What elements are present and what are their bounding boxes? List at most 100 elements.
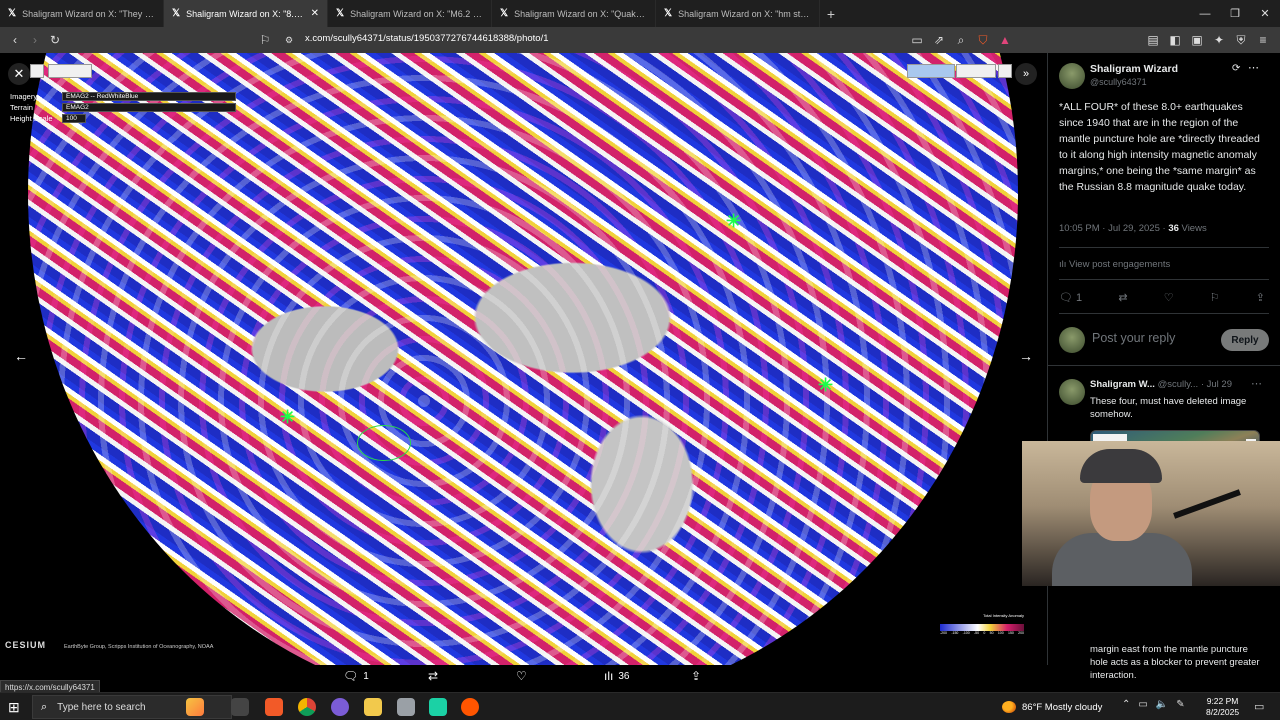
restore-button[interactable]: ❐	[1220, 0, 1250, 27]
new-tab-button[interactable]: +	[820, 6, 842, 22]
extensions-icon[interactable]: ✦	[1208, 29, 1230, 51]
author-handle[interactable]: @scully64371	[1090, 77, 1147, 87]
share-icon[interactable]: ⇗	[928, 29, 950, 51]
windows-start-icon[interactable]: ⊞	[8, 699, 20, 716]
x-logo-icon: 𝕏	[336, 8, 345, 19]
reply-icon: 🗨	[1059, 292, 1073, 304]
earthquake-marker-3: ✳	[280, 407, 296, 427]
height-scale-select[interactable]: 100	[62, 114, 86, 123]
minimize-button[interactable]: —	[1190, 0, 1220, 27]
app-icon-purple[interactable]	[331, 698, 349, 716]
terrain-select[interactable]: EMAG2	[62, 103, 236, 112]
copilot-icon[interactable]	[186, 698, 204, 716]
browser-tab-1[interactable]: 𝕏Shaligram Wizard on X: "They are do	[0, 0, 164, 27]
earthquake-marker-2: ✳	[818, 375, 834, 395]
user-avatar	[1059, 327, 1085, 353]
bookmark-post-icon[interactable]: ⚐	[1210, 291, 1220, 304]
photo-reply-action[interactable]: 🗨 1	[343, 669, 369, 683]
more-options-icon[interactable]: ⋯	[1248, 61, 1259, 74]
next-photo-icon[interactable]: →	[1019, 348, 1033, 364]
photo-views-action[interactable]: ılı 36	[604, 669, 629, 683]
anomaly-legend: Total Intensity Anomaly -200 -150 -100 -…	[940, 613, 1024, 635]
reply-author[interactable]: Shaligram W... @scully... · Jul 29	[1090, 379, 1232, 390]
wallet-icon[interactable]: ▤	[1142, 29, 1164, 51]
tray-chevron-icon[interactable]: ⌃	[1122, 699, 1130, 710]
scene-mode-button[interactable]	[907, 64, 955, 78]
forward-icon[interactable]: ›	[24, 29, 46, 51]
close-tab-icon[interactable]: ✕	[311, 8, 319, 19]
imagery-select[interactable]: EMAG2 -- RedWhiteBlue	[62, 92, 236, 101]
search-icon: ⌕	[41, 700, 48, 713]
author-name[interactable]: Shaligram Wizard	[1090, 63, 1178, 75]
divider	[1059, 247, 1269, 248]
post-actions: 🗨 1 ⇄ ♡ ⚐ ⇪	[1059, 291, 1265, 304]
browser-tab-2[interactable]: 𝕏 Shaligram Wizard on X: "8.7 Kam ✕	[164, 0, 328, 27]
notifications-icon[interactable]: ▭	[1254, 700, 1264, 713]
geocoder-button[interactable]	[30, 64, 44, 78]
volume-icon[interactable]: 🔈	[1156, 699, 1168, 710]
address-bar[interactable]: x.com/scully64371/status/195037727674461…	[305, 33, 549, 44]
layer-panel: Imagery EMAG2 -- RedWhiteBlue Terrain EMAG…	[10, 91, 236, 124]
reload-icon[interactable]: ↻	[44, 29, 66, 51]
task-view-icon[interactable]	[231, 698, 249, 716]
soundcloud-icon[interactable]	[461, 698, 479, 716]
taskbar-clock[interactable]: 9:22 PM 8/2/2025	[1206, 696, 1239, 718]
system-tray: ⌃ ▭ 🔈 ✎	[1122, 699, 1185, 710]
analytics-icon: ılı	[1059, 259, 1070, 270]
pen-icon[interactable]: ✎	[1176, 699, 1184, 710]
cast-icon[interactable]: ▭	[906, 29, 928, 51]
back-icon[interactable]: ‹	[4, 29, 26, 51]
mantle-puncture-hole-marker	[357, 425, 411, 461]
share-post-icon[interactable]: ⇪	[1256, 291, 1265, 304]
app-icon-gray[interactable]	[397, 698, 415, 716]
reply-composer[interactable]: Post your reply Reply	[1059, 325, 1269, 355]
repost-icon[interactable]: ⇄	[1118, 291, 1127, 304]
photo-repost-action[interactable]: ⇄	[428, 669, 443, 683]
sidebar-icon[interactable]: ◧	[1164, 29, 1186, 51]
site-info-icon[interactable]: ⚙	[278, 29, 300, 51]
x-logo-icon: 𝕏	[8, 8, 17, 19]
post-text: *ALL FOUR* of these 8.0+ earthquakes sin…	[1059, 101, 1260, 193]
photo-viewer[interactable]: ✳ ✳ ✳ Imagery EMAG2 -- RedWhiteBlue Terra…	[0, 53, 1046, 665]
brave-browser-icon[interactable]	[265, 698, 283, 716]
search-placeholder: Type here to search	[57, 701, 146, 713]
reply-more-icon[interactable]: ⋯	[1251, 377, 1262, 390]
bookmark-icon[interactable]: ⚐	[254, 29, 276, 51]
menu-icon[interactable]: ≡	[1252, 29, 1274, 51]
photo-share-action[interactable]: ⇪	[691, 669, 706, 683]
home-button[interactable]	[956, 64, 996, 78]
reply-button[interactable]: Reply	[1221, 329, 1269, 351]
browser-tab-3[interactable]: 𝕏Shaligram Wizard on X: "M6.2 last nig	[328, 0, 492, 27]
divider	[1048, 365, 1280, 366]
vpn-icon[interactable]: ⛨	[1230, 29, 1252, 51]
author-avatar[interactable]	[1059, 63, 1085, 89]
close-window-button[interactable]: ✕	[1250, 0, 1280, 27]
weather-widget[interactable]: 86°F Mostly cloudy	[1002, 701, 1102, 713]
tab-search-icon[interactable]: ▣	[1186, 29, 1208, 51]
file-explorer-icon[interactable]	[364, 698, 382, 716]
like-icon[interactable]: ♡	[1164, 291, 1174, 304]
browser-tab-5[interactable]: 𝕏 Shaligram Wizard on X: "hm structur	[656, 0, 820, 27]
brave-rewards-icon[interactable]: ▲	[994, 29, 1016, 51]
reply-action[interactable]: 🗨 1	[1059, 291, 1082, 304]
app-icon-teal[interactable]	[429, 698, 447, 716]
photo-like-action[interactable]: ♡	[516, 669, 532, 683]
expand-sidebar-button[interactable]: »	[1015, 63, 1037, 85]
grok-icon[interactable]: ⟳	[1232, 63, 1240, 74]
reply-input[interactable]: Post your reply	[1092, 331, 1175, 345]
close-viewer-button[interactable]: ✕	[8, 63, 30, 85]
brave-shield-icon[interactable]: ⛉	[972, 29, 994, 51]
browser-tab-4[interactable]: 𝕏 Shaligram Wizard on X: "Quakes are	[492, 0, 656, 27]
previous-photo-icon[interactable]: ←	[14, 348, 28, 364]
network-icon[interactable]: ▭	[1138, 699, 1147, 710]
search-field[interactable]	[48, 64, 92, 78]
windows-taskbar: ⊞ ⌕ Type here to search 86°F Mostly clou…	[0, 692, 1280, 720]
terrain-label: Terrain	[10, 103, 33, 112]
like-icon: ♡	[516, 669, 527, 683]
view-engagements-link[interactable]: ılı View post engagements	[1059, 259, 1170, 270]
base-layer-button[interactable]	[998, 64, 1012, 78]
height-scale-label: Height Scale	[10, 114, 53, 123]
zoom-icon[interactable]: ⌕	[950, 29, 972, 51]
reply-author-avatar[interactable]	[1059, 379, 1085, 405]
chrome-icon[interactable]	[298, 698, 316, 716]
